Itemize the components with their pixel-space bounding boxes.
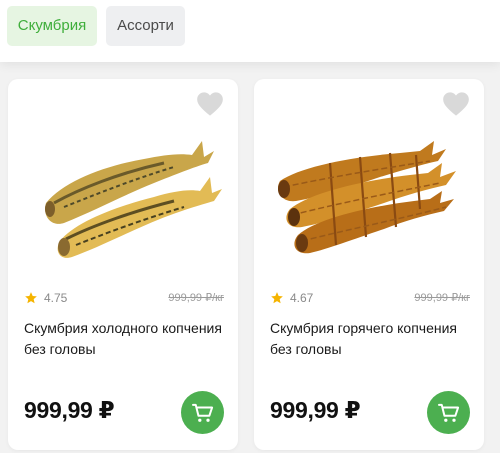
filter-bar: Скумбрия Ассорти [0, 0, 500, 62]
unit-price: 999,99 ₽/кг [168, 292, 224, 304]
rating: 4.75 [24, 289, 67, 307]
filter-chip-skumbriya[interactable]: Скумбрия [7, 6, 97, 46]
cart-icon [437, 403, 459, 422]
rating-value: 4.75 [44, 291, 68, 305]
cart-icon [191, 403, 213, 422]
rating: 4.67 [270, 289, 313, 307]
product-price: 999,99 ₽ [270, 397, 361, 423]
product-image[interactable] [24, 111, 224, 261]
product-title[interactable]: Скумбрия горячего копчения без головы [270, 318, 475, 360]
product-image[interactable] [270, 111, 470, 261]
add-to-cart-button[interactable] [181, 391, 224, 434]
product-title[interactable]: Скумбрия холодного копчения без головы [24, 318, 229, 360]
rating-value: 4.67 [290, 291, 314, 305]
filter-chip-assorti[interactable]: Ассорти [106, 6, 185, 46]
product-card[interactable]: 4.67 999,99 ₽/кг Скумбрия горячего копче… [254, 79, 484, 450]
product-card[interactable]: 4.75 999,99 ₽/кг Скумбрия холодного копч… [8, 79, 238, 450]
star-icon [25, 292, 37, 304]
product-price: 999,99 ₽ [24, 397, 115, 423]
star-icon [271, 292, 283, 304]
add-to-cart-button[interactable] [427, 391, 470, 434]
unit-price: 999,99 ₽/кг [414, 292, 470, 304]
